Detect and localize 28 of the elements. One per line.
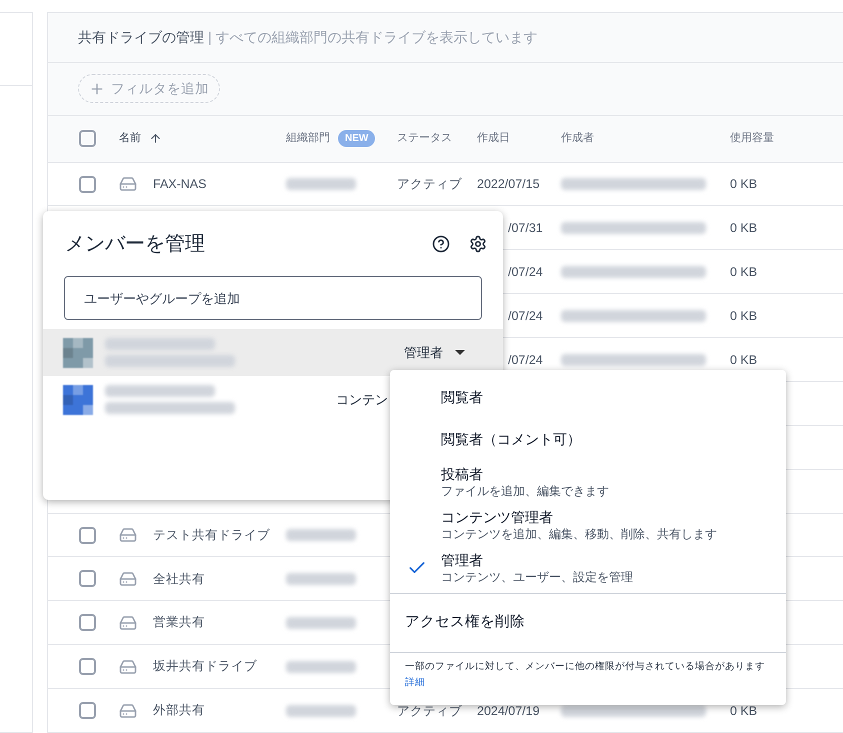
storage-used: 0 KB (730, 352, 758, 367)
storage-used: 0 KB (730, 220, 758, 235)
storage-used: 0 KB (730, 308, 758, 323)
page-title: 共有ドライブの管理 (78, 28, 204, 47)
created-date: 2024/07/19 (477, 704, 540, 718)
role-description: コンテンツ、ユーザー、設定を管理 (441, 568, 633, 584)
role-description: コンテンツを追加、編集、移動、削除、共有します (441, 526, 717, 542)
created-date: /07/24 (508, 308, 543, 323)
role-label: コンテンツ管理者 (441, 508, 554, 526)
role-label: 管理者 (441, 550, 484, 568)
role-label: 閲覧者（コメント可） (441, 430, 581, 448)
role-label: 閲覧者 (441, 388, 483, 406)
status-text: アクティブ (397, 177, 462, 192)
role-description: ファイルを追加、編集できます (441, 482, 609, 498)
storage-used: 0 KB (730, 177, 758, 192)
title-separator: | (208, 28, 212, 47)
page-subtitle: すべての組織部門の共有ドライブを表示しています (216, 28, 538, 47)
new-badge: NEW (338, 130, 376, 148)
created-date: 2022/07/15 (477, 177, 540, 192)
created-date: /07/24 (508, 352, 543, 367)
created-date: /07/24 (508, 264, 543, 279)
storage-used: 0 KB (730, 264, 758, 279)
role-label: 投稿者 (441, 464, 484, 482)
dialog-title: メンバーを管理 (65, 232, 206, 256)
created-date: /07/31 (508, 220, 543, 235)
storage-used: 0 KB (730, 704, 758, 718)
permission-note: 一部のファイルに対して、メンバーに他の権限が付与されている場合があります (405, 660, 766, 674)
status-text: アクティブ (397, 704, 462, 718)
